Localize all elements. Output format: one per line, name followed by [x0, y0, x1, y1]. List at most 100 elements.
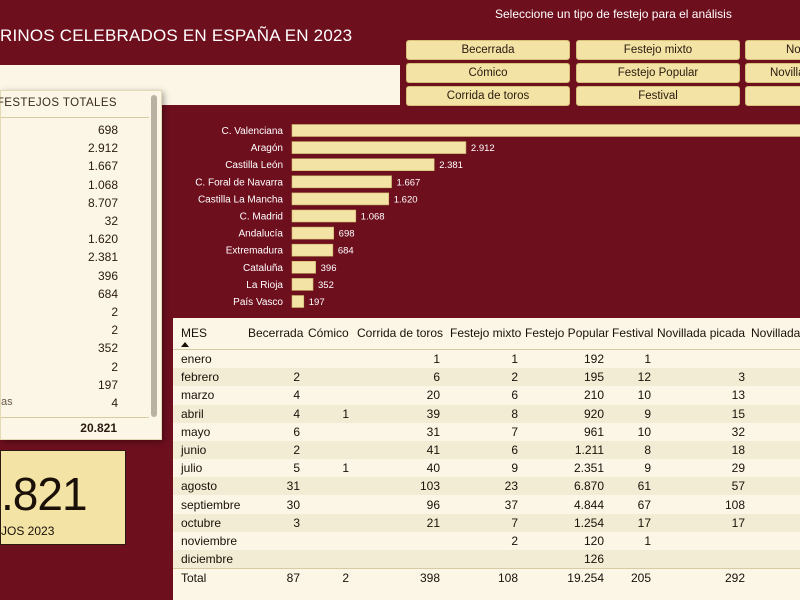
left-table-row[interactable]: 684	[1, 285, 151, 303]
value-cell: 18	[731, 443, 745, 457]
left-table-row[interactable]: 2	[1, 321, 151, 339]
chart-data-label: 197	[309, 297, 325, 308]
chart-bar[interactable]	[291, 295, 305, 308]
chart-category-label: La Rioja	[246, 280, 283, 291]
value-cell: 108	[497, 571, 518, 586]
filter-button-novillada-sin-picadores[interactable]: Novillada sin picadores	[745, 63, 800, 83]
filter-button-festival[interactable]: Festival	[576, 86, 740, 106]
value-cell: 292	[724, 571, 745, 586]
month-cell: septiembre	[181, 497, 241, 512]
left-table-row[interactable]: 197	[1, 376, 151, 394]
table-row[interactable]: mayo 6 31 7 961 10 32	[173, 423, 800, 441]
left-row-value: 396	[97, 268, 118, 283]
chart-bar[interactable]	[291, 261, 316, 274]
total-row[interactable]: Total 87 2 398 108 19.254 205 292	[173, 568, 800, 587]
left-table-row[interactable]: 2.381	[1, 248, 151, 266]
left-table-row[interactable]: as 4	[1, 394, 151, 412]
value-cell: 30	[286, 497, 300, 512]
value-cell: 4.844	[573, 497, 604, 512]
left-row-value: 684	[97, 286, 118, 301]
table-row[interactable]: octubre 3 21 7 1.254 17 17	[173, 513, 800, 532]
value-cell: 12	[637, 370, 651, 385]
chart-bar[interactable]	[291, 209, 357, 223]
value-cell: 1	[433, 352, 440, 366]
filter-button-festejo-popular[interactable]: Festejo Popular	[576, 63, 740, 83]
chart-bar[interactable]	[291, 226, 334, 240]
value-cell: 4	[293, 406, 300, 421]
value-cell: 8	[511, 406, 518, 421]
left-table-total-divider	[1, 417, 149, 418]
chart-category-label: C. Madrid	[240, 212, 283, 223]
column-header[interactable]: Festival	[612, 326, 653, 340]
filter-button-corrida-de-toros[interactable]: Corrida de toros	[406, 86, 570, 106]
left-table-total: 20.821	[80, 421, 117, 435]
filter-button-festejo-mixto[interactable]: Festejo mixto	[576, 40, 740, 60]
table-row[interactable]: julio 5 1 40 9 2.351 9 29	[173, 459, 800, 477]
column-header[interactable]: Novillada	[751, 326, 800, 340]
chart-bar[interactable]	[291, 141, 467, 154]
left-row-value: 352	[97, 341, 118, 356]
month-cell: mayo	[181, 424, 211, 439]
filter-button-becerrada[interactable]: Becerrada	[406, 40, 570, 60]
table-row[interactable]: enero 1 1 192 1	[173, 350, 800, 368]
table-row[interactable]: diciembre 126	[173, 550, 800, 569]
chart-bar[interactable]	[291, 278, 314, 291]
value-cell: 40	[426, 461, 440, 476]
value-cell: 2	[293, 443, 300, 457]
left-table-row[interactable]: 352	[1, 339, 151, 357]
left-table-row[interactable]: 2	[1, 358, 151, 376]
chart-data-label: 2.912	[471, 143, 495, 154]
chart-bar[interactable]	[291, 175, 392, 189]
column-header[interactable]: Festejo Popular	[525, 326, 609, 340]
filter-button-novillada-picada[interactable]: Novillada picada	[745, 40, 800, 60]
chart-bar[interactable]	[291, 158, 435, 172]
filter-button-comico[interactable]: Cómico	[406, 63, 570, 83]
value-cell: 103	[419, 479, 440, 494]
table-row[interactable]: septiembre 30 96 37 4.844 67 108	[173, 496, 800, 514]
value-cell: 41	[426, 443, 440, 457]
chart-bar[interactable]	[291, 243, 334, 257]
sort-ascending-icon[interactable]	[181, 342, 189, 347]
table-row[interactable]: agosto 31 103 23 6.870 61 57	[173, 477, 800, 496]
table-row[interactable]: noviembre 2 120 1	[173, 532, 800, 550]
left-table-row[interactable]: 2.912	[1, 139, 151, 157]
value-cell: 2.351	[573, 461, 604, 476]
left-table-row[interactable]: 396	[1, 267, 151, 285]
column-header[interactable]: Cómico	[308, 326, 349, 340]
column-header[interactable]: Novillada picada	[657, 326, 745, 340]
value-cell: 1	[342, 461, 349, 476]
column-header[interactable]: Festejo mixto	[450, 326, 521, 340]
left-table-row[interactable]: 1.068	[1, 176, 151, 194]
left-table-row[interactable]: 698	[1, 121, 151, 139]
table-row[interactable]: junio 2 41 6 1.211 8 18	[173, 441, 800, 459]
value-cell: 2	[293, 370, 300, 385]
left-table-divider	[1, 117, 149, 118]
column-header[interactable]: MES	[181, 326, 207, 340]
left-table-row[interactable]: 8.707	[1, 194, 151, 212]
value-cell: 6	[511, 443, 518, 457]
chart-category-label: Extremadura	[226, 246, 284, 257]
left-table-scrollbar[interactable]	[151, 95, 157, 417]
value-cell: 6.870	[573, 479, 604, 494]
left-table-row[interactable]: 32	[1, 212, 151, 230]
left-table-row[interactable]: 2	[1, 303, 151, 321]
month-cell: febrero	[181, 370, 220, 385]
left-table-row[interactable]: 1.667	[1, 157, 151, 175]
table-row[interactable]: abril 4 1 39 8 920 9 15	[173, 404, 800, 423]
chart-category-label: País Vasco	[233, 297, 283, 308]
value-cell: 192	[583, 352, 604, 366]
filter-button-extra[interactable]	[745, 86, 800, 106]
column-header[interactable]: Corrida de toros	[357, 326, 443, 340]
column-header[interactable]: Becerrada	[248, 326, 303, 340]
table-row[interactable]: marzo 4 20 6 210 10 13	[173, 386, 800, 404]
chart-bar[interactable]	[291, 192, 390, 206]
month-table: MES Becerrada Cómico Corrida de toros Festej…	[173, 318, 800, 600]
left-row-value: 2	[111, 305, 118, 319]
value-cell: 31	[286, 479, 300, 494]
table-row[interactable]: febrero 2 6 2 195 12 3	[173, 368, 800, 387]
chart-bar[interactable]	[291, 124, 800, 137]
value-cell: 961	[583, 424, 604, 439]
month-cell: julio	[181, 461, 203, 476]
left-row-value: 32	[104, 214, 118, 228]
left-table-row[interactable]: 1.620	[1, 230, 151, 248]
